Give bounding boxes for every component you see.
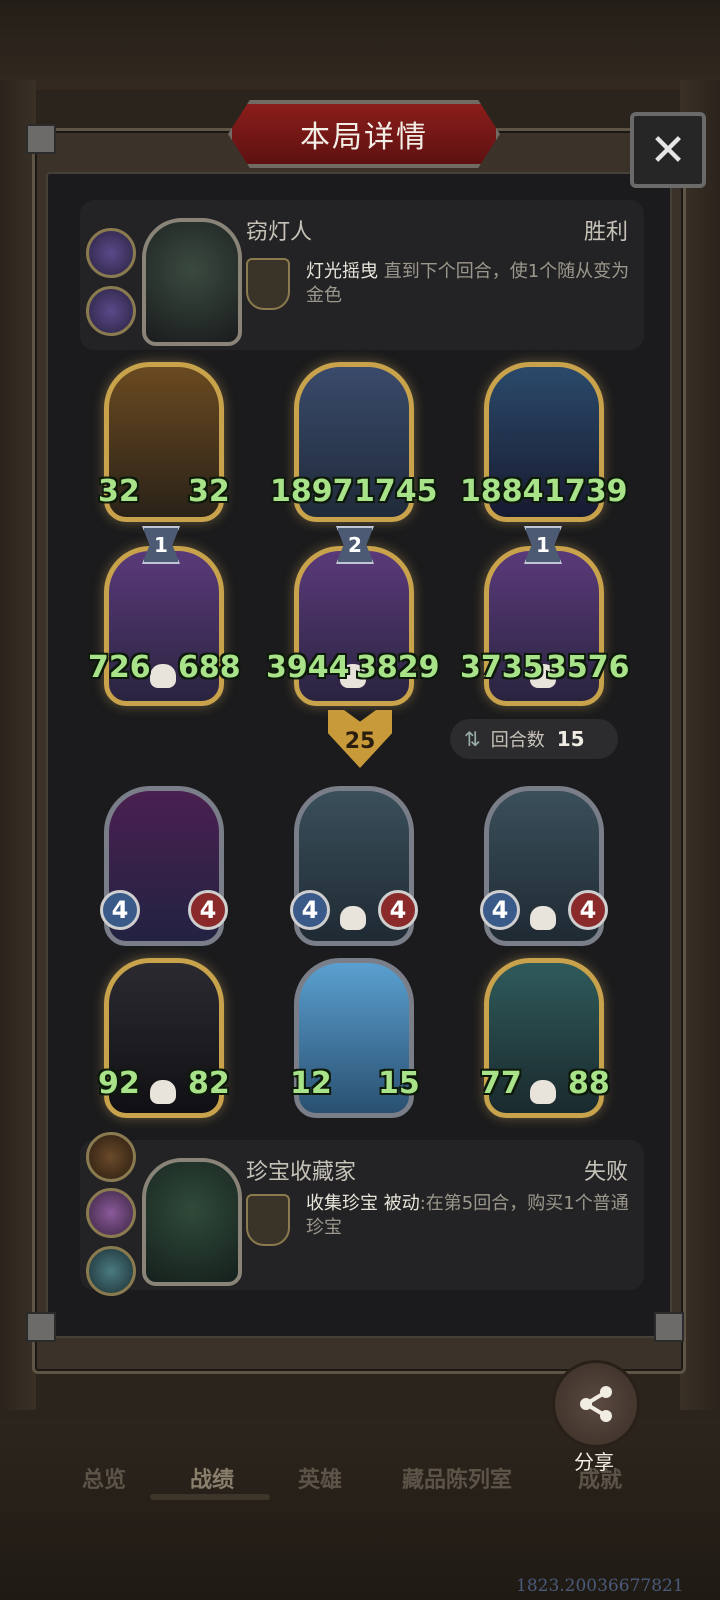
skill-name: 收集珍宝 xyxy=(306,1193,378,1214)
hero-skill-text: 收集珍宝 被动:在第5回合，购买1个普通珍宝 xyxy=(306,1192,636,1240)
skull-icon xyxy=(150,1080,176,1104)
treasure-skill-icon[interactable] xyxy=(246,1194,290,1246)
panel-corner xyxy=(26,124,56,154)
minion-attack: 1884 xyxy=(460,474,544,509)
skill-passive: 被动 xyxy=(383,1193,420,1214)
minion-attack: 12 xyxy=(290,1066,332,1101)
minion-attack: 4 xyxy=(100,890,140,930)
hero-portrait-collector[interactable] xyxy=(142,1158,242,1286)
minion-health: 15 xyxy=(378,1066,420,1101)
minion-attack: 4 xyxy=(290,890,330,930)
trinket-slot-icon[interactable] xyxy=(86,286,136,336)
trinket-slot-icon[interactable] xyxy=(86,1132,136,1182)
hero-name: 窃灯人 xyxy=(246,220,313,245)
skull-icon xyxy=(530,906,556,930)
refresh-icon: ⇅ xyxy=(464,727,481,751)
tab-overview[interactable]: 总览 xyxy=(82,1462,126,1494)
minion-health: 1745 xyxy=(354,474,438,509)
minion-attack: 1897 xyxy=(270,474,354,509)
minion-health: 82 xyxy=(188,1066,230,1101)
title-banner: 本局详情 xyxy=(228,100,500,168)
minion-health: 688 xyxy=(178,650,241,685)
close-button[interactable]: ✕ xyxy=(630,112,706,188)
rounds-counter: ⇅ 回合数 15 xyxy=(450,719,618,759)
minion-attack: 4 xyxy=(480,890,520,930)
tab-heroes[interactable]: 英雄 xyxy=(298,1462,342,1494)
minion-health: 88 xyxy=(568,1066,610,1101)
rounds-value: 15 xyxy=(556,727,585,751)
close-icon: ✕ xyxy=(649,124,687,176)
minion-health: 4 xyxy=(378,890,418,930)
trinket-slot-icon[interactable] xyxy=(86,1246,136,1296)
minion-attack: 77 xyxy=(480,1066,522,1101)
hero-portrait-lamp-thief[interactable] xyxy=(142,218,242,346)
left-frame xyxy=(0,80,36,1410)
skill-name: 灯光摇曳 xyxy=(306,261,378,282)
minion-attack: 3944 xyxy=(266,650,350,685)
trinket-slot-icon[interactable] xyxy=(86,1188,136,1238)
minion-health: 3829 xyxy=(356,650,440,685)
panel-corner xyxy=(26,1312,56,1342)
minion-health: 3576 xyxy=(546,650,630,685)
panel-corner xyxy=(654,1312,684,1342)
player-bottom-panel: 珍宝收藏家 失败 收集珍宝 被动:在第5回合，购买1个普通珍宝 xyxy=(80,1132,644,1296)
share-button[interactable] xyxy=(552,1360,640,1448)
damage-value: 25 xyxy=(344,728,376,754)
match-result: 胜利 xyxy=(583,220,628,245)
page-title: 本局详情 xyxy=(300,120,428,155)
share-icon xyxy=(580,1386,612,1422)
tab-collection[interactable]: 藏品陈列室 xyxy=(402,1462,512,1494)
active-tab-indicator xyxy=(150,1494,270,1500)
skull-icon xyxy=(340,906,366,930)
player-top-panel: 窃灯人 胜利 灯光摇曳 直到下个回合，使1个随从变为金色 xyxy=(80,200,644,350)
minion-attack: 32 xyxy=(98,474,140,509)
minion-attack: 92 xyxy=(98,1066,140,1101)
trinket-slot-icon[interactable] xyxy=(86,228,136,278)
match-result: 失败 xyxy=(583,1160,628,1185)
minion-attack: 726 xyxy=(88,650,151,685)
user-id-watermark: 1823.20036677821 xyxy=(516,1576,684,1596)
hero-skill-text: 灯光摇曳 直到下个回合，使1个随从变为金色 xyxy=(306,260,636,308)
minion-health: 4 xyxy=(188,890,228,930)
minion-health: 1739 xyxy=(544,474,628,509)
right-frame xyxy=(680,80,720,1410)
minion-health: 32 xyxy=(188,474,230,509)
tab-record[interactable]: 战绩 xyxy=(190,1462,234,1494)
share-label: 分享 xyxy=(574,1450,614,1474)
rounds-label: 回合数 xyxy=(490,730,545,751)
minion-health: 4 xyxy=(568,890,608,930)
hero-name: 珍宝收藏家 xyxy=(246,1160,357,1185)
skull-icon xyxy=(530,1080,556,1104)
lamp-skill-icon[interactable] xyxy=(246,258,290,310)
skull-icon xyxy=(150,664,176,688)
minion-attack: 3735 xyxy=(460,650,544,685)
top-background xyxy=(0,0,720,90)
